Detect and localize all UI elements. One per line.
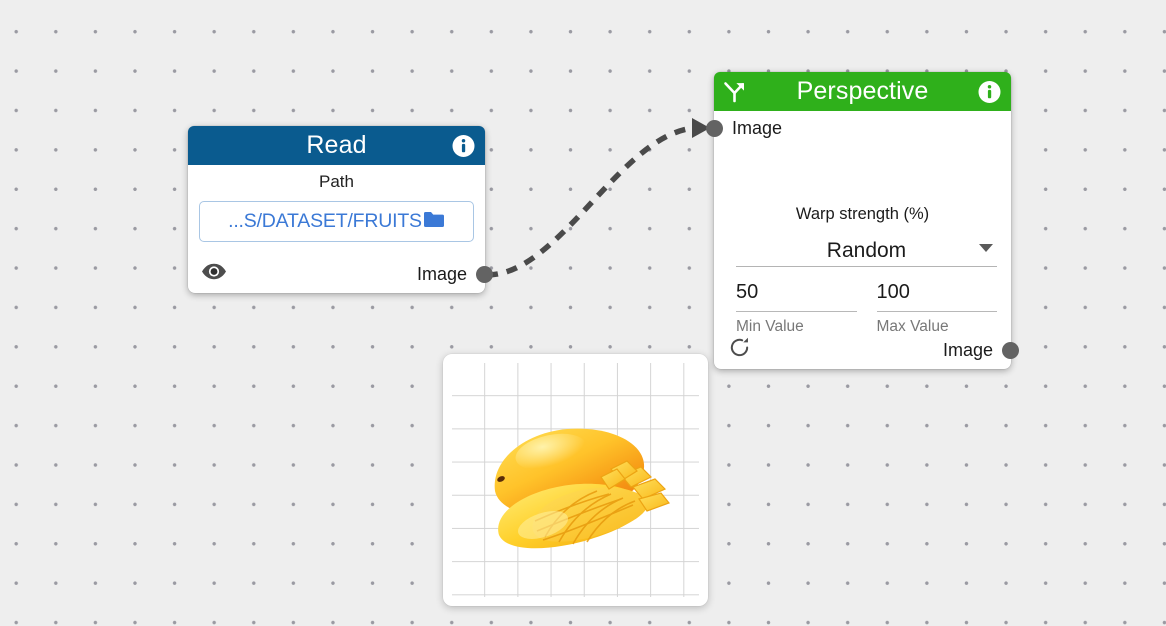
- output-port-dot[interactable]: [476, 265, 493, 283]
- min-value-input[interactable]: 50: [736, 281, 857, 312]
- node-perspective-input-port[interactable]: Image: [706, 118, 783, 138]
- eye-icon[interactable]: [201, 263, 227, 285]
- max-value-input[interactable]: 100: [876, 281, 997, 312]
- node-read-footer: Image: [188, 255, 493, 293]
- path-input[interactable]: ...S/DATASET/FRUITS: [199, 201, 474, 243]
- node-perspective-body: Image Warp strength (%) Random 50 Min Va…: [706, 111, 1019, 369]
- refresh-icon[interactable]: [728, 336, 751, 364]
- node-read-title: Read: [306, 131, 367, 159]
- node-read[interactable]: Read Path ...S/DATASET/FRUITS Image: [188, 126, 493, 293]
- node-read-output-port[interactable]: Image: [416, 264, 493, 284]
- node-graph-canvas[interactable]: Read Path ...S/DATASET/FRUITS Image Pers…: [0, 0, 1166, 626]
- input-port-label: Image: [732, 118, 783, 138]
- branch-arrow-icon: [723, 80, 747, 104]
- info-icon[interactable]: [452, 134, 475, 157]
- node-perspective-title: Perspective: [796, 77, 929, 105]
- chevron-down-icon[interactable]: [979, 244, 993, 252]
- output-port-label: Image: [416, 264, 467, 284]
- node-read-header[interactable]: Read: [188, 126, 485, 165]
- min-max-row: 50 Min Value 100 Max Value: [736, 281, 997, 337]
- mango-image: [471, 395, 681, 565]
- node-perspective-output-port[interactable]: Image: [942, 340, 1019, 360]
- folder-icon[interactable]: [423, 210, 445, 234]
- info-icon[interactable]: [978, 80, 1001, 103]
- node-perspective[interactable]: Perspective Image Warp strength (%) Rand…: [706, 72, 1019, 369]
- output-port-dot[interactable]: [1002, 341, 1019, 359]
- node-perspective-footer: Image: [714, 331, 1019, 369]
- image-preview-panel[interactable]: [443, 354, 708, 606]
- warp-mode-select[interactable]: Random: [736, 235, 997, 267]
- output-port-label: Image: [942, 340, 993, 360]
- input-port-dot[interactable]: [706, 119, 723, 137]
- max-value-field[interactable]: 100 Max Value: [876, 281, 997, 337]
- preview-grid: [452, 363, 699, 597]
- warp-strength-label: Warp strength (%): [795, 205, 930, 223]
- node-read-body: Path ...S/DATASET/FRUITS Image: [188, 165, 493, 293]
- path-field-label: Path: [319, 172, 354, 191]
- node-perspective-header[interactable]: Perspective: [714, 72, 1011, 111]
- min-value-field[interactable]: 50 Min Value: [736, 281, 857, 337]
- path-input-value: ...S/DATASET/FRUITS: [228, 210, 422, 233]
- warp-mode-value: Random: [826, 239, 907, 262]
